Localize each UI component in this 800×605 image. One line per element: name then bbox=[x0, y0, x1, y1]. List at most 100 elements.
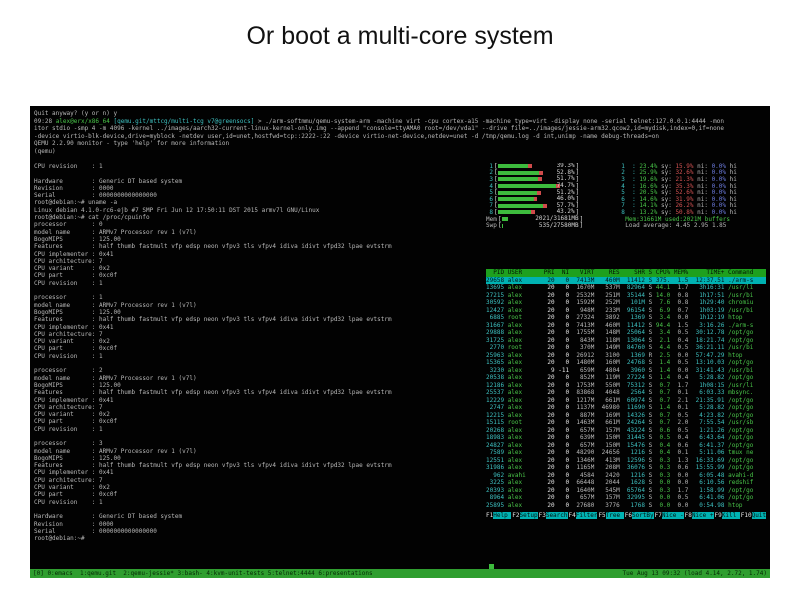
process-cell: /opt/go bbox=[728, 427, 753, 434]
process-cell: 31445 bbox=[623, 434, 648, 441]
fkey-number: F5 bbox=[598, 512, 605, 519]
process-row[interactable]: 30592 alex 20 0 1592M 252M 101M S 7.6 0.… bbox=[486, 299, 766, 307]
htop-fkey-f9[interactable]: F9Kill bbox=[715, 512, 740, 519]
process-cell: 545M bbox=[598, 487, 623, 494]
process-row[interactable]: 12215 alex 20 0 887M 169M 14326 S 0.7 0.… bbox=[486, 412, 766, 420]
process-cell: 11412 bbox=[623, 277, 648, 284]
process-row[interactable]: 20393 alex 20 0 1640M 545M 65764 S 0.3 1… bbox=[486, 487, 766, 495]
process-cell: 208M bbox=[598, 464, 623, 471]
htop-fkey-f1[interactable]: F1Help bbox=[486, 512, 511, 519]
process-cell: S bbox=[649, 374, 656, 381]
process-cell: 149M bbox=[598, 344, 623, 351]
process-row[interactable]: 12551 alex 20 0 1346M 413M 12596 S 0.3 1… bbox=[486, 457, 766, 465]
process-cell: /usr/li bbox=[728, 284, 753, 291]
process-cell: 0 bbox=[558, 442, 572, 449]
cpuinfo-line: CPU revision : 1 bbox=[34, 426, 486, 433]
process-cell: 251M bbox=[598, 292, 623, 299]
process-cell: 2420 bbox=[598, 472, 623, 479]
process-row[interactable]: 20538 alex 20 0 852M 119M 27224 S 1.4 0.… bbox=[486, 374, 766, 382]
process-row[interactable]: 962 avahi 20 0 4584 2420 1216 S 0.3 0.0 … bbox=[486, 472, 766, 480]
process-cell: 20 bbox=[544, 352, 558, 359]
process-cell: 0.3 bbox=[656, 472, 674, 479]
process-row[interactable]: 2770 root 20 0 370M 149M 84760 S 4.4 0.5… bbox=[486, 344, 766, 352]
process-row[interactable]: 7589 alex 20 0 48290 24656 1216 S 0.4 0.… bbox=[486, 449, 766, 457]
process-cell: S bbox=[649, 479, 656, 486]
process-cell: 0 bbox=[558, 382, 572, 389]
process-cell: 0 bbox=[558, 487, 572, 494]
process-cell: 661M bbox=[598, 419, 623, 426]
process-row[interactable]: 8964 alex 20 0 657M 157M 32995 S 0.0 0.5… bbox=[486, 494, 766, 502]
terminal-line: Quit anyway? (y or n) y bbox=[34, 110, 766, 118]
process-cell: 3100 bbox=[598, 352, 623, 359]
process-row[interactable]: 24827 alex 20 0 657M 150M 15476 S 0.4 0.… bbox=[486, 442, 766, 450]
process-cell: alex bbox=[508, 374, 544, 381]
htop-fkey-f2[interactable]: F2Setup bbox=[512, 512, 537, 519]
process-cell: 12:37.51 bbox=[692, 277, 728, 284]
process-cell: 5:28.82 bbox=[692, 404, 728, 411]
process-row[interactable]: 12229 alex 20 0 1217M 661M 60974 S 0.7 2… bbox=[486, 397, 766, 405]
process-cell: 25064 bbox=[623, 329, 648, 336]
process-row[interactable]: 15115 root 20 0 1463M 661M 24264 S 0.7 2… bbox=[486, 419, 766, 427]
cpuinfo-line: CPU revision : 1 bbox=[34, 499, 486, 506]
process-row[interactable]: 15365 alex 20 0 1480M 160M 24768 S 1.4 0… bbox=[486, 359, 766, 367]
process-row[interactable]: 25895 alex 20 0 27680 3776 1768 S 0.0 0.… bbox=[486, 502, 766, 510]
process-cell: 1369 bbox=[623, 314, 648, 321]
swap-meter-text: 535/27580MB bbox=[539, 223, 579, 229]
process-row[interactable]: 31725 alex 20 0 843M 118M 13064 S 2.1 0.… bbox=[486, 337, 766, 345]
cpuinfo-line: Serial : 0000000000000000 bbox=[34, 528, 486, 535]
process-row[interactable]: 18983 alex 20 0 639M 150M 31445 S 0.5 0.… bbox=[486, 434, 766, 442]
terminal-window[interactable]: Quit anyway? (y or n) y09:28 alex@erx/x8… bbox=[30, 106, 770, 578]
htop-fkey-f7[interactable]: F7Nice - bbox=[655, 512, 684, 519]
process-cell: 1137M bbox=[573, 404, 598, 411]
htop-fkey-f3[interactable]: F3Search bbox=[539, 512, 568, 519]
htop-fkey-f6[interactable]: F6SortBy bbox=[625, 512, 654, 519]
process-cell: avahi bbox=[508, 472, 544, 479]
cpuinfo-pane: CPU revision : 1 Hardware : Generic DT b… bbox=[34, 163, 486, 542]
process-cell: 16:33.69 bbox=[692, 457, 728, 464]
process-cell: 0.0 bbox=[656, 502, 674, 509]
htop-fkey-f8[interactable]: F8Nice + bbox=[685, 512, 714, 519]
process-cell: 20 bbox=[544, 412, 558, 419]
process-row[interactable]: 13695 alex 20 0 1670M 537M 82964 S 44.1 … bbox=[486, 284, 766, 292]
process-row[interactable]: 27215 alex 20 0 2532M 251M 35144 S 14.0 … bbox=[486, 292, 766, 300]
process-row[interactable]: 12427 alex 20 0 948M 233M 96154 S 6.9 0.… bbox=[486, 307, 766, 315]
fkey-number: F10 bbox=[741, 512, 752, 519]
htop-fkey-f4[interactable]: F4Filter bbox=[569, 512, 598, 519]
process-row[interactable]: 25963 alex 20 0 26912 3100 1369 R 2.5 0.… bbox=[486, 352, 766, 360]
process-row[interactable]: 2747 alex 20 0 1137M 46980 11690 S 1.4 0… bbox=[486, 404, 766, 412]
htop-fkey-f10[interactable]: F10Quit bbox=[741, 512, 766, 519]
terminal-line: -device virtio-blk-device,drive=myblock … bbox=[34, 133, 766, 141]
process-row[interactable]: 3230 alex 9 -11 659M 4804 3960 S 1.4 0.0… bbox=[486, 367, 766, 375]
process-cell: 550M bbox=[598, 382, 623, 389]
process-cell: 157M bbox=[598, 427, 623, 434]
process-cell: 962 bbox=[486, 472, 508, 479]
process-cell: 94.4 bbox=[656, 322, 674, 329]
process-cell: alex bbox=[508, 367, 544, 374]
process-cell: /opt/go bbox=[728, 359, 753, 366]
process-cell: 4804 bbox=[598, 367, 623, 374]
process-cell: 1670M bbox=[573, 284, 598, 291]
process-cell: 233M bbox=[598, 307, 623, 314]
process-cell: 537M bbox=[598, 284, 623, 291]
process-cell: 0 bbox=[558, 277, 572, 284]
cpuinfo-line: CPU part : 0xc0f bbox=[34, 345, 486, 352]
htop-fkey-f5[interactable]: F5Tree bbox=[598, 512, 623, 519]
process-cell: S bbox=[649, 487, 656, 494]
cpuinfo-line: Features : half thumb fastmult vfp edsp … bbox=[34, 389, 486, 396]
process-row[interactable]: 31986 alex 20 0 1165M 208M 36076 S 0.3 0… bbox=[486, 464, 766, 472]
process-row[interactable]: 25537 alex 20 0 83868 4048 2564 S 0.7 0.… bbox=[486, 389, 766, 397]
process-row[interactable]: 31667 alex 20 0 7413M 460M 11412 S 94.4 … bbox=[486, 322, 766, 330]
process-cell: 24768 bbox=[623, 359, 648, 366]
process-cell: 15:55.99 bbox=[692, 464, 728, 471]
process-cell: 31:41.43 bbox=[692, 367, 728, 374]
process-row[interactable]: 20268 alex 20 0 657M 157M 43224 S 0.6 0.… bbox=[486, 427, 766, 435]
process-cell: 82964 bbox=[623, 284, 648, 291]
process-cell: 0.7 bbox=[656, 397, 674, 404]
process-row[interactable]: 6885 root 20 0 27324 3892 1369 S 3.4 0.0… bbox=[486, 314, 766, 322]
process-row[interactable]: 3225 alex 20 0 66448 2044 1628 S 0.0 0.0… bbox=[486, 479, 766, 487]
process-cell: S bbox=[649, 314, 656, 321]
process-row[interactable]: 29658 alex 20 0 7413M 460M 11412 S 375. … bbox=[486, 277, 766, 285]
process-cell: 1.5 bbox=[674, 322, 692, 329]
process-row[interactable]: 12186 alex 20 0 1753M 550M 75312 S 0.7 1… bbox=[486, 382, 766, 390]
process-row[interactable]: 29888 alex 20 0 1755M 148M 25064 S 3.4 0… bbox=[486, 329, 766, 337]
